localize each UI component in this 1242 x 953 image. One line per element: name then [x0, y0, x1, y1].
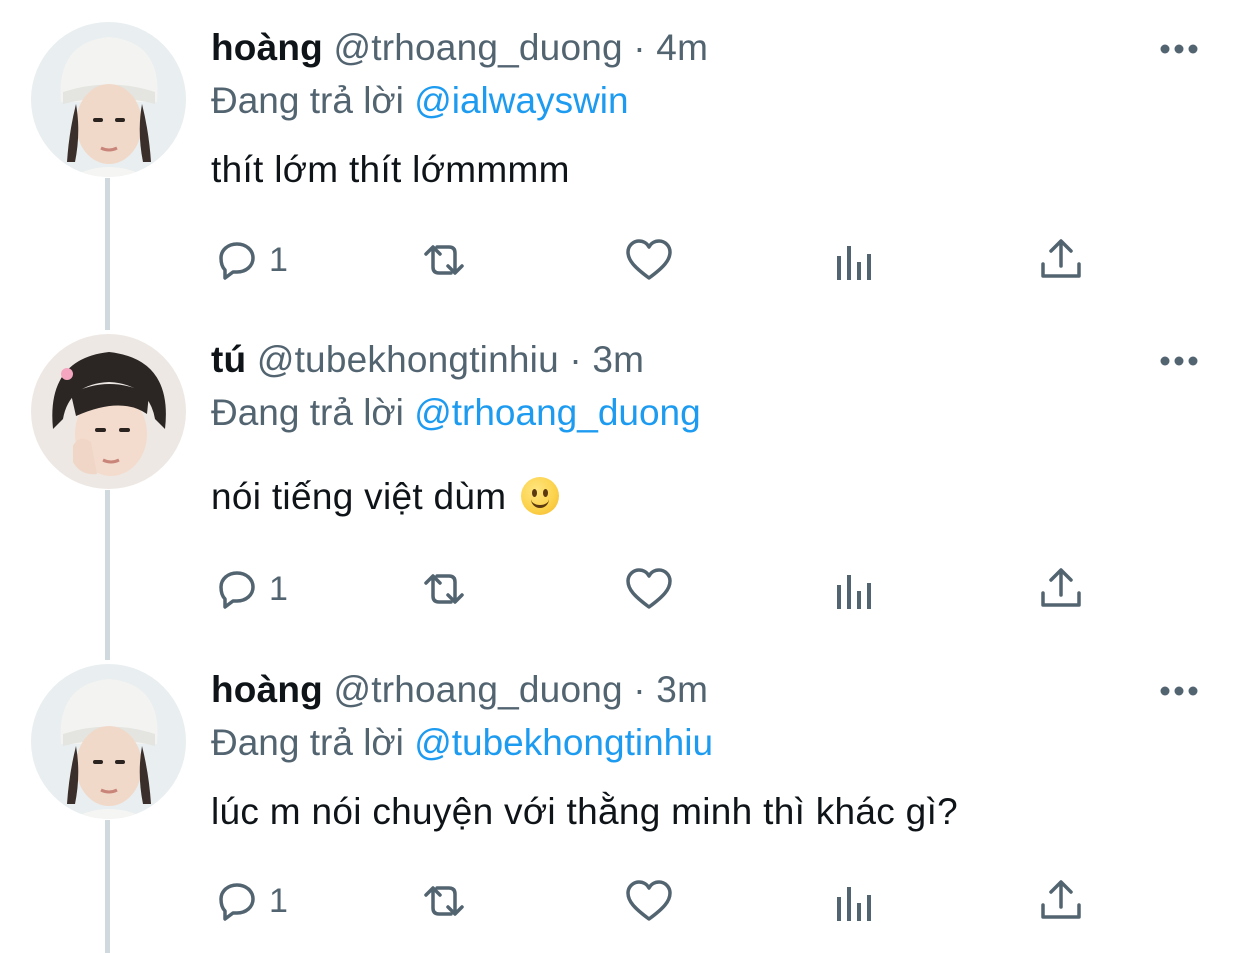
retweet-icon: [424, 886, 464, 916]
more-options-icon[interactable]: [1159, 684, 1199, 696]
separator-dot: ·: [569, 339, 582, 380]
reply-button[interactable]: 1: [213, 232, 288, 288]
slightly-smiling-face-emoji: [521, 477, 559, 515]
mention-link[interactable]: @trhoang_duong: [414, 392, 701, 433]
avatar[interactable]: [31, 334, 186, 489]
share-button[interactable]: [1038, 873, 1084, 929]
timestamp[interactable]: 3m: [592, 339, 644, 380]
retweet-icon: [424, 245, 464, 275]
share-icon: [1041, 880, 1081, 919]
replying-to-label: Đang trả lời: [211, 80, 404, 121]
tweet-header: tú @tubekhongtinhiu · 3m: [211, 338, 644, 382]
separator-dot: ·: [633, 27, 646, 68]
retweet-icon: [424, 574, 464, 604]
tweet-text-content: lúc m nói chuyện với thằng minh thì khác…: [211, 791, 959, 832]
tweet[interactable]: tú @tubekhongtinhiu · 3m Đang trả lời @t…: [0, 330, 1242, 660]
replying-to-label: Đang trả lời: [211, 722, 404, 763]
share-button[interactable]: [1038, 561, 1084, 617]
analytics-button[interactable]: [834, 561, 878, 617]
replying-to: Đang trả lời @tubekhongtinhiu: [211, 721, 713, 765]
tweet-text-content: thít lớm thít lớmmmm: [211, 149, 570, 190]
timestamp[interactable]: 4m: [656, 27, 708, 68]
timestamp[interactable]: 3m: [656, 669, 708, 710]
analytics-icon: [837, 575, 871, 609]
heart-icon: [626, 880, 672, 921]
retweet-button[interactable]: [416, 873, 472, 929]
replying-to-label: Đang trả lời: [211, 392, 404, 433]
more-options-icon[interactable]: [1159, 354, 1199, 366]
reply-icon: [219, 242, 255, 280]
replying-to: Đang trả lời @trhoang_duong: [211, 391, 701, 435]
reply-button[interactable]: 1: [213, 873, 288, 929]
tweet-text: lúc m nói chuyện với thằng minh thì khác…: [211, 790, 958, 834]
tweet-text-content: nói tiếng việt dùm: [211, 476, 507, 517]
display-name[interactable]: hoàng: [211, 27, 323, 68]
heart-icon: [626, 568, 672, 609]
tweet-header: hoàng @trhoang_duong · 3m: [211, 668, 708, 712]
analytics-icon: [837, 887, 871, 921]
user-handle[interactable]: @trhoang_duong: [333, 669, 622, 710]
more-options-icon[interactable]: [1159, 42, 1199, 54]
replying-to: Đang trả lời @ialwayswin: [211, 79, 629, 123]
display-name[interactable]: tú: [211, 339, 246, 380]
user-handle[interactable]: @trhoang_duong: [333, 27, 622, 68]
like-button[interactable]: [624, 873, 674, 929]
share-button[interactable]: [1038, 232, 1084, 288]
tweet[interactable]: hoàng @trhoang_duong · 3m Đang trả lời @…: [0, 660, 1242, 953]
share-icon: [1041, 239, 1081, 278]
mention-link[interactable]: @ialwayswin: [414, 80, 628, 121]
tweet-actions: 1: [0, 232, 1242, 288]
retweet-button[interactable]: [416, 561, 472, 617]
reply-count: 1: [269, 881, 288, 920]
separator-dot: ·: [633, 669, 646, 710]
analytics-button[interactable]: [834, 232, 878, 288]
reply-button[interactable]: 1: [213, 561, 288, 617]
mention-link[interactable]: @tubekhongtinhiu: [414, 722, 713, 763]
reply-icon: [219, 883, 255, 921]
avatar[interactable]: [31, 664, 186, 819]
tweet[interactable]: hoàng @trhoang_duong · 4m Đang trả lời @…: [0, 0, 1242, 330]
like-button[interactable]: [624, 561, 674, 617]
analytics-icon: [837, 246, 871, 280]
tweet-actions: 1: [0, 561, 1242, 617]
like-button[interactable]: [624, 232, 674, 288]
reply-count: 1: [269, 240, 288, 279]
user-handle[interactable]: @tubekhongtinhiu: [257, 339, 559, 380]
tweet-actions: 1: [0, 873, 1242, 929]
tweet-header: hoàng @trhoang_duong · 4m: [211, 26, 708, 70]
analytics-button[interactable]: [834, 873, 878, 929]
reply-icon: [219, 571, 255, 609]
heart-icon: [626, 239, 672, 280]
retweet-button[interactable]: [416, 232, 472, 288]
avatar[interactable]: [31, 22, 186, 177]
tweet-text: nói tiếng việt dùm: [211, 475, 559, 519]
tweet-text: thít lớm thít lớmmmm: [211, 148, 570, 192]
reply-count: 1: [269, 569, 288, 608]
share-icon: [1041, 568, 1081, 607]
display-name[interactable]: hoàng: [211, 669, 323, 710]
